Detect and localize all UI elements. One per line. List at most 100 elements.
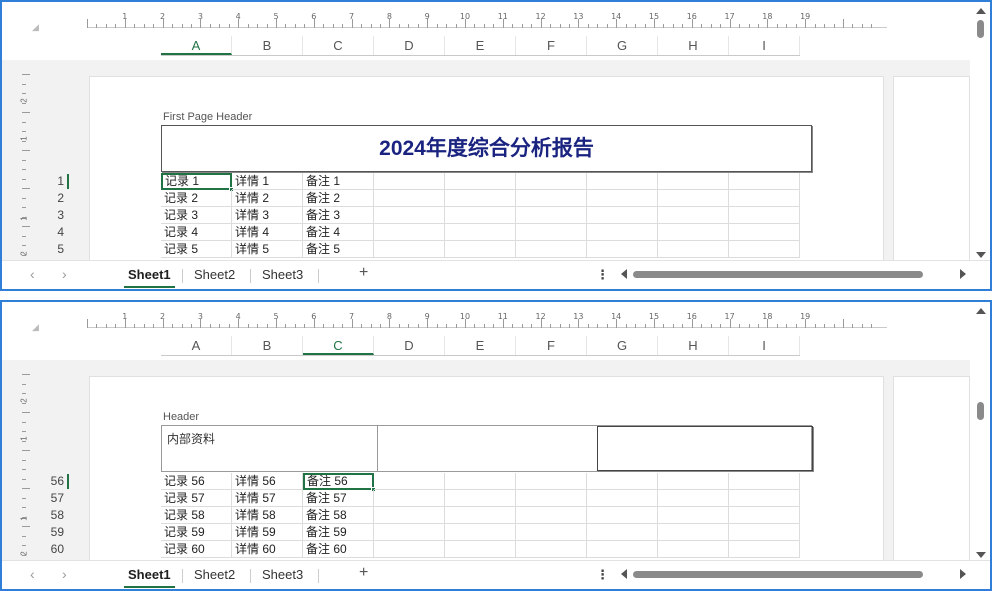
grid-cell[interactable]: 详情 5	[232, 241, 303, 258]
grid-cell[interactable]	[516, 190, 587, 207]
next-sheet-icon[interactable]: ›	[62, 266, 67, 282]
grid-cell[interactable]	[445, 173, 516, 190]
column-header-g[interactable]: G	[587, 336, 658, 355]
header-box[interactable]: 内部资料	[161, 425, 813, 472]
grid-cell[interactable]	[587, 473, 658, 490]
vertical-scrollbar[interactable]	[970, 2, 990, 260]
column-header-b[interactable]: B	[232, 336, 303, 355]
column-header-h[interactable]: H	[658, 336, 729, 355]
grid-cell[interactable]	[516, 490, 587, 507]
column-header-g[interactable]: G	[587, 36, 658, 55]
select-all-corner[interactable]: ◢	[32, 322, 39, 333]
grid-cell[interactable]: 详情 59	[232, 524, 303, 541]
grid-cell[interactable]	[658, 490, 729, 507]
prev-sheet-icon[interactable]: ‹	[30, 566, 35, 582]
row-header[interactable]: 4	[30, 224, 64, 241]
grid-cell[interactable]: 记录 5	[161, 241, 232, 258]
tab-sheet3[interactable]: Sheet3	[252, 266, 313, 286]
row-header[interactable]: 57	[30, 490, 64, 507]
column-header-d[interactable]: D	[374, 336, 445, 355]
grid-cell[interactable]: 备注 60	[303, 541, 374, 558]
row-header[interactable]: 58	[30, 507, 64, 524]
grid-cell[interactable]: 记录 60	[161, 541, 232, 558]
vertical-scrollbar[interactable]	[970, 302, 990, 560]
grid-cell[interactable]: 详情 58	[232, 507, 303, 524]
grid-cell[interactable]	[658, 207, 729, 224]
grid-cell[interactable]	[729, 207, 800, 224]
grid-cell[interactable]	[374, 207, 445, 224]
tab-sheet2[interactable]: Sheet2	[184, 266, 245, 286]
column-header-e[interactable]: E	[445, 36, 516, 55]
grid-cell[interactable]: 备注 3	[303, 207, 374, 224]
grid-cell[interactable]	[729, 490, 800, 507]
more-options-icon[interactable]: ⋮	[596, 267, 609, 283]
header-right-section[interactable]	[597, 426, 813, 471]
scroll-down-arrow-icon[interactable]	[976, 252, 986, 258]
grid-cell[interactable]	[516, 507, 587, 524]
grid-cell[interactable]	[658, 173, 729, 190]
grid-cell[interactable]	[374, 524, 445, 541]
grid-cell[interactable]: 记录 59	[161, 524, 232, 541]
tab-sheet1[interactable]: Sheet1	[118, 566, 181, 588]
first-page-header-box[interactable]: 2024年度综合分析报告	[161, 125, 812, 172]
column-header-d[interactable]: D	[374, 36, 445, 55]
grid-cell[interactable]	[374, 190, 445, 207]
grid-cell[interactable]	[374, 473, 445, 490]
column-header-a[interactable]: A	[161, 336, 232, 355]
vertical-scroll-thumb[interactable]	[977, 402, 984, 420]
tab-sheet2[interactable]: Sheet2	[184, 566, 245, 586]
grid-cell[interactable]	[516, 173, 587, 190]
column-header-c[interactable]: C	[303, 336, 374, 355]
grid-cell[interactable]: 记录 3	[161, 207, 232, 224]
scroll-up-arrow-icon[interactable]	[976, 8, 986, 14]
grid-cell[interactable]: 记录 2	[161, 190, 232, 207]
row-header[interactable]: 56	[30, 473, 64, 490]
grid-cell[interactable]	[658, 507, 729, 524]
column-header-c[interactable]: C	[303, 36, 374, 55]
scroll-right-arrow-icon[interactable]	[960, 269, 966, 279]
grid-cell[interactable]: 备注 58	[303, 507, 374, 524]
column-header-i[interactable]: I	[729, 36, 800, 55]
row-header[interactable]: 60	[30, 541, 64, 558]
more-options-icon[interactable]: ⋮	[596, 567, 609, 583]
grid-cell[interactable]	[729, 190, 800, 207]
grid-cell[interactable]	[587, 207, 658, 224]
vertical-scroll-thumb[interactable]	[977, 20, 984, 38]
grid-cell[interactable]: 备注 5	[303, 241, 374, 258]
grid-cell[interactable]	[445, 507, 516, 524]
tab-sheet1[interactable]: Sheet1	[118, 266, 181, 288]
grid-cell[interactable]: 记录 58	[161, 507, 232, 524]
grid-cell[interactable]: 详情 60	[232, 541, 303, 558]
scroll-down-arrow-icon[interactable]	[976, 552, 986, 558]
grid-cell[interactable]	[729, 507, 800, 524]
grid-cell[interactable]: 详情 3	[232, 207, 303, 224]
next-sheet-icon[interactable]: ›	[62, 566, 67, 582]
scroll-left-arrow-icon[interactable]	[621, 269, 627, 279]
grid-cell[interactable]	[516, 541, 587, 558]
grid-cell[interactable]: 详情 4	[232, 224, 303, 241]
prev-sheet-icon[interactable]: ‹	[30, 266, 35, 282]
scroll-right-arrow-icon[interactable]	[960, 569, 966, 579]
grid-cell[interactable]	[658, 241, 729, 258]
grid-cell[interactable]: 备注 2	[303, 190, 374, 207]
grid-cell[interactable]	[729, 173, 800, 190]
header-center-section[interactable]	[378, 426, 597, 471]
grid-cell[interactable]	[729, 524, 800, 541]
grid-cell[interactable]	[445, 541, 516, 558]
row-header[interactable]: 2	[30, 190, 64, 207]
grid-cell[interactable]: 记录 57	[161, 490, 232, 507]
grid-cell[interactable]	[445, 241, 516, 258]
row-header[interactable]: 5	[30, 241, 64, 258]
grid-cell[interactable]	[374, 241, 445, 258]
row-header[interactable]: 1	[30, 173, 64, 190]
horizontal-scroll-thumb[interactable]	[633, 571, 923, 578]
grid-cell[interactable]: 详情 57	[232, 490, 303, 507]
add-sheet-button[interactable]: +	[359, 564, 368, 582]
grid-cell[interactable]	[658, 524, 729, 541]
grid-cell[interactable]	[587, 490, 658, 507]
grid-cell[interactable]	[587, 507, 658, 524]
grid-cell[interactable]	[729, 541, 800, 558]
grid-cell[interactable]	[445, 224, 516, 241]
column-header-e[interactable]: E	[445, 336, 516, 355]
row-header[interactable]: 59	[30, 524, 64, 541]
